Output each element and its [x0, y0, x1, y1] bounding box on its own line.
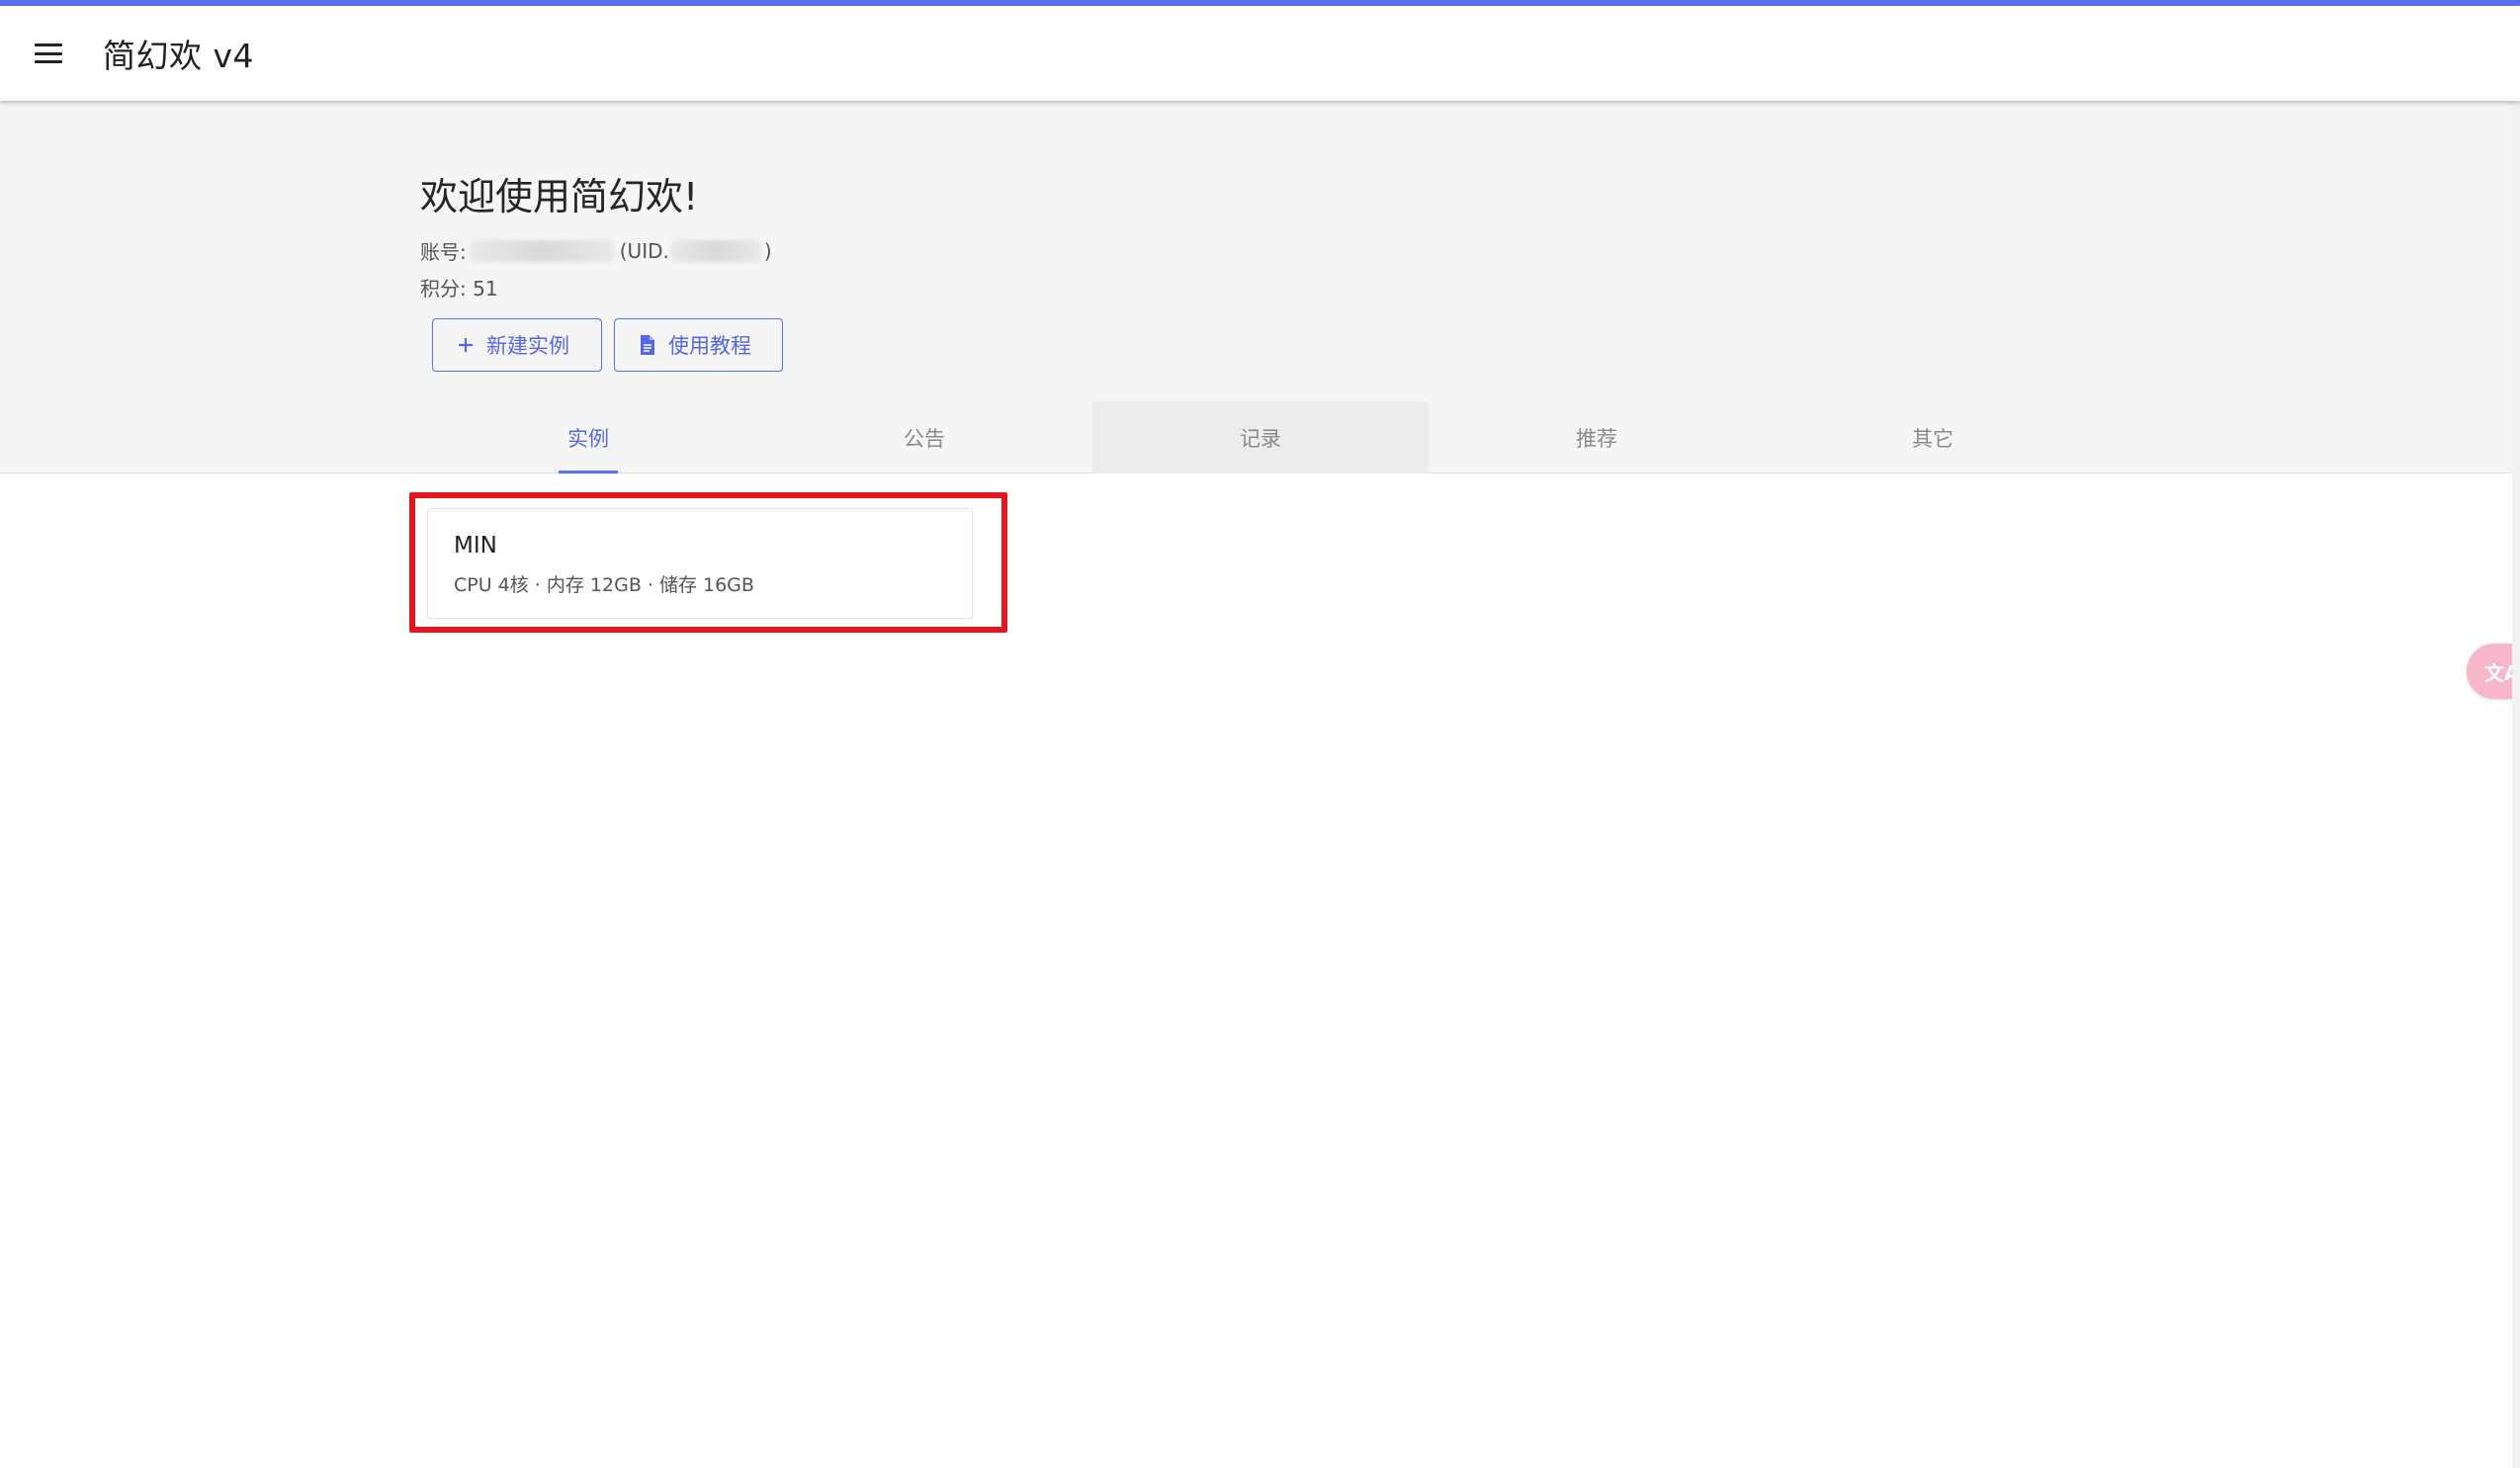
tab-label: 其它 — [1912, 426, 1954, 451]
tab-label: 公告 — [904, 426, 945, 451]
action-buttons: 新建实例 使用教程 — [432, 318, 783, 372]
redacted-uid — [670, 239, 760, 262]
app-bar: 简幻欢 v4 — [0, 6, 2520, 101]
tutorial-label: 使用教程 — [668, 334, 751, 358]
tab-records[interactable]: 记录 — [1092, 401, 1429, 474]
menu-button[interactable] — [19, 24, 78, 83]
plus-icon — [457, 336, 475, 354]
tab-announcements[interactable]: 公告 — [756, 401, 1092, 474]
tab-recommended[interactable]: 推荐 — [1429, 401, 1765, 474]
new-instance-label: 新建实例 — [486, 334, 569, 358]
tab-instances[interactable]: 实例 — [420, 401, 756, 474]
account-label: 账号: — [420, 240, 467, 264]
highlight-annotation — [409, 492, 1007, 633]
redacted-account — [470, 239, 614, 262]
tutorial-button[interactable]: 使用教程 — [614, 318, 783, 372]
header-area: 欢迎使用简幻欢! 账号: (UID. ) 积分: 51 新建实例 使用教程 实例… — [0, 101, 2520, 474]
app-title: 简幻欢 v4 — [103, 37, 255, 75]
new-instance-button[interactable]: 新建实例 — [432, 318, 602, 372]
document-icon — [639, 334, 656, 356]
app-page: 简幻欢 v4 欢迎使用简幻欢! 账号: (UID. ) 积分: 51 新建实例 — [0, 0, 2520, 1468]
menu-icon — [35, 43, 62, 63]
tab-bar: 实例 公告 记录 推荐 其它 — [420, 401, 2101, 474]
tab-label: 记录 — [1240, 426, 1281, 451]
points-text: 积分: 51 — [420, 277, 498, 301]
uid-suffix: ) — [763, 238, 772, 263]
account-info: 账号: (UID. ) — [420, 236, 772, 265]
tab-label: 推荐 — [1576, 426, 1617, 451]
welcome-heading: 欢迎使用简幻欢! — [420, 175, 699, 218]
tab-others[interactable]: 其它 — [1765, 401, 2101, 474]
tab-label: 实例 — [567, 426, 609, 451]
scrollbar-track[interactable] — [2512, 101, 2520, 1468]
uid-prefix: (UID. — [619, 238, 669, 263]
